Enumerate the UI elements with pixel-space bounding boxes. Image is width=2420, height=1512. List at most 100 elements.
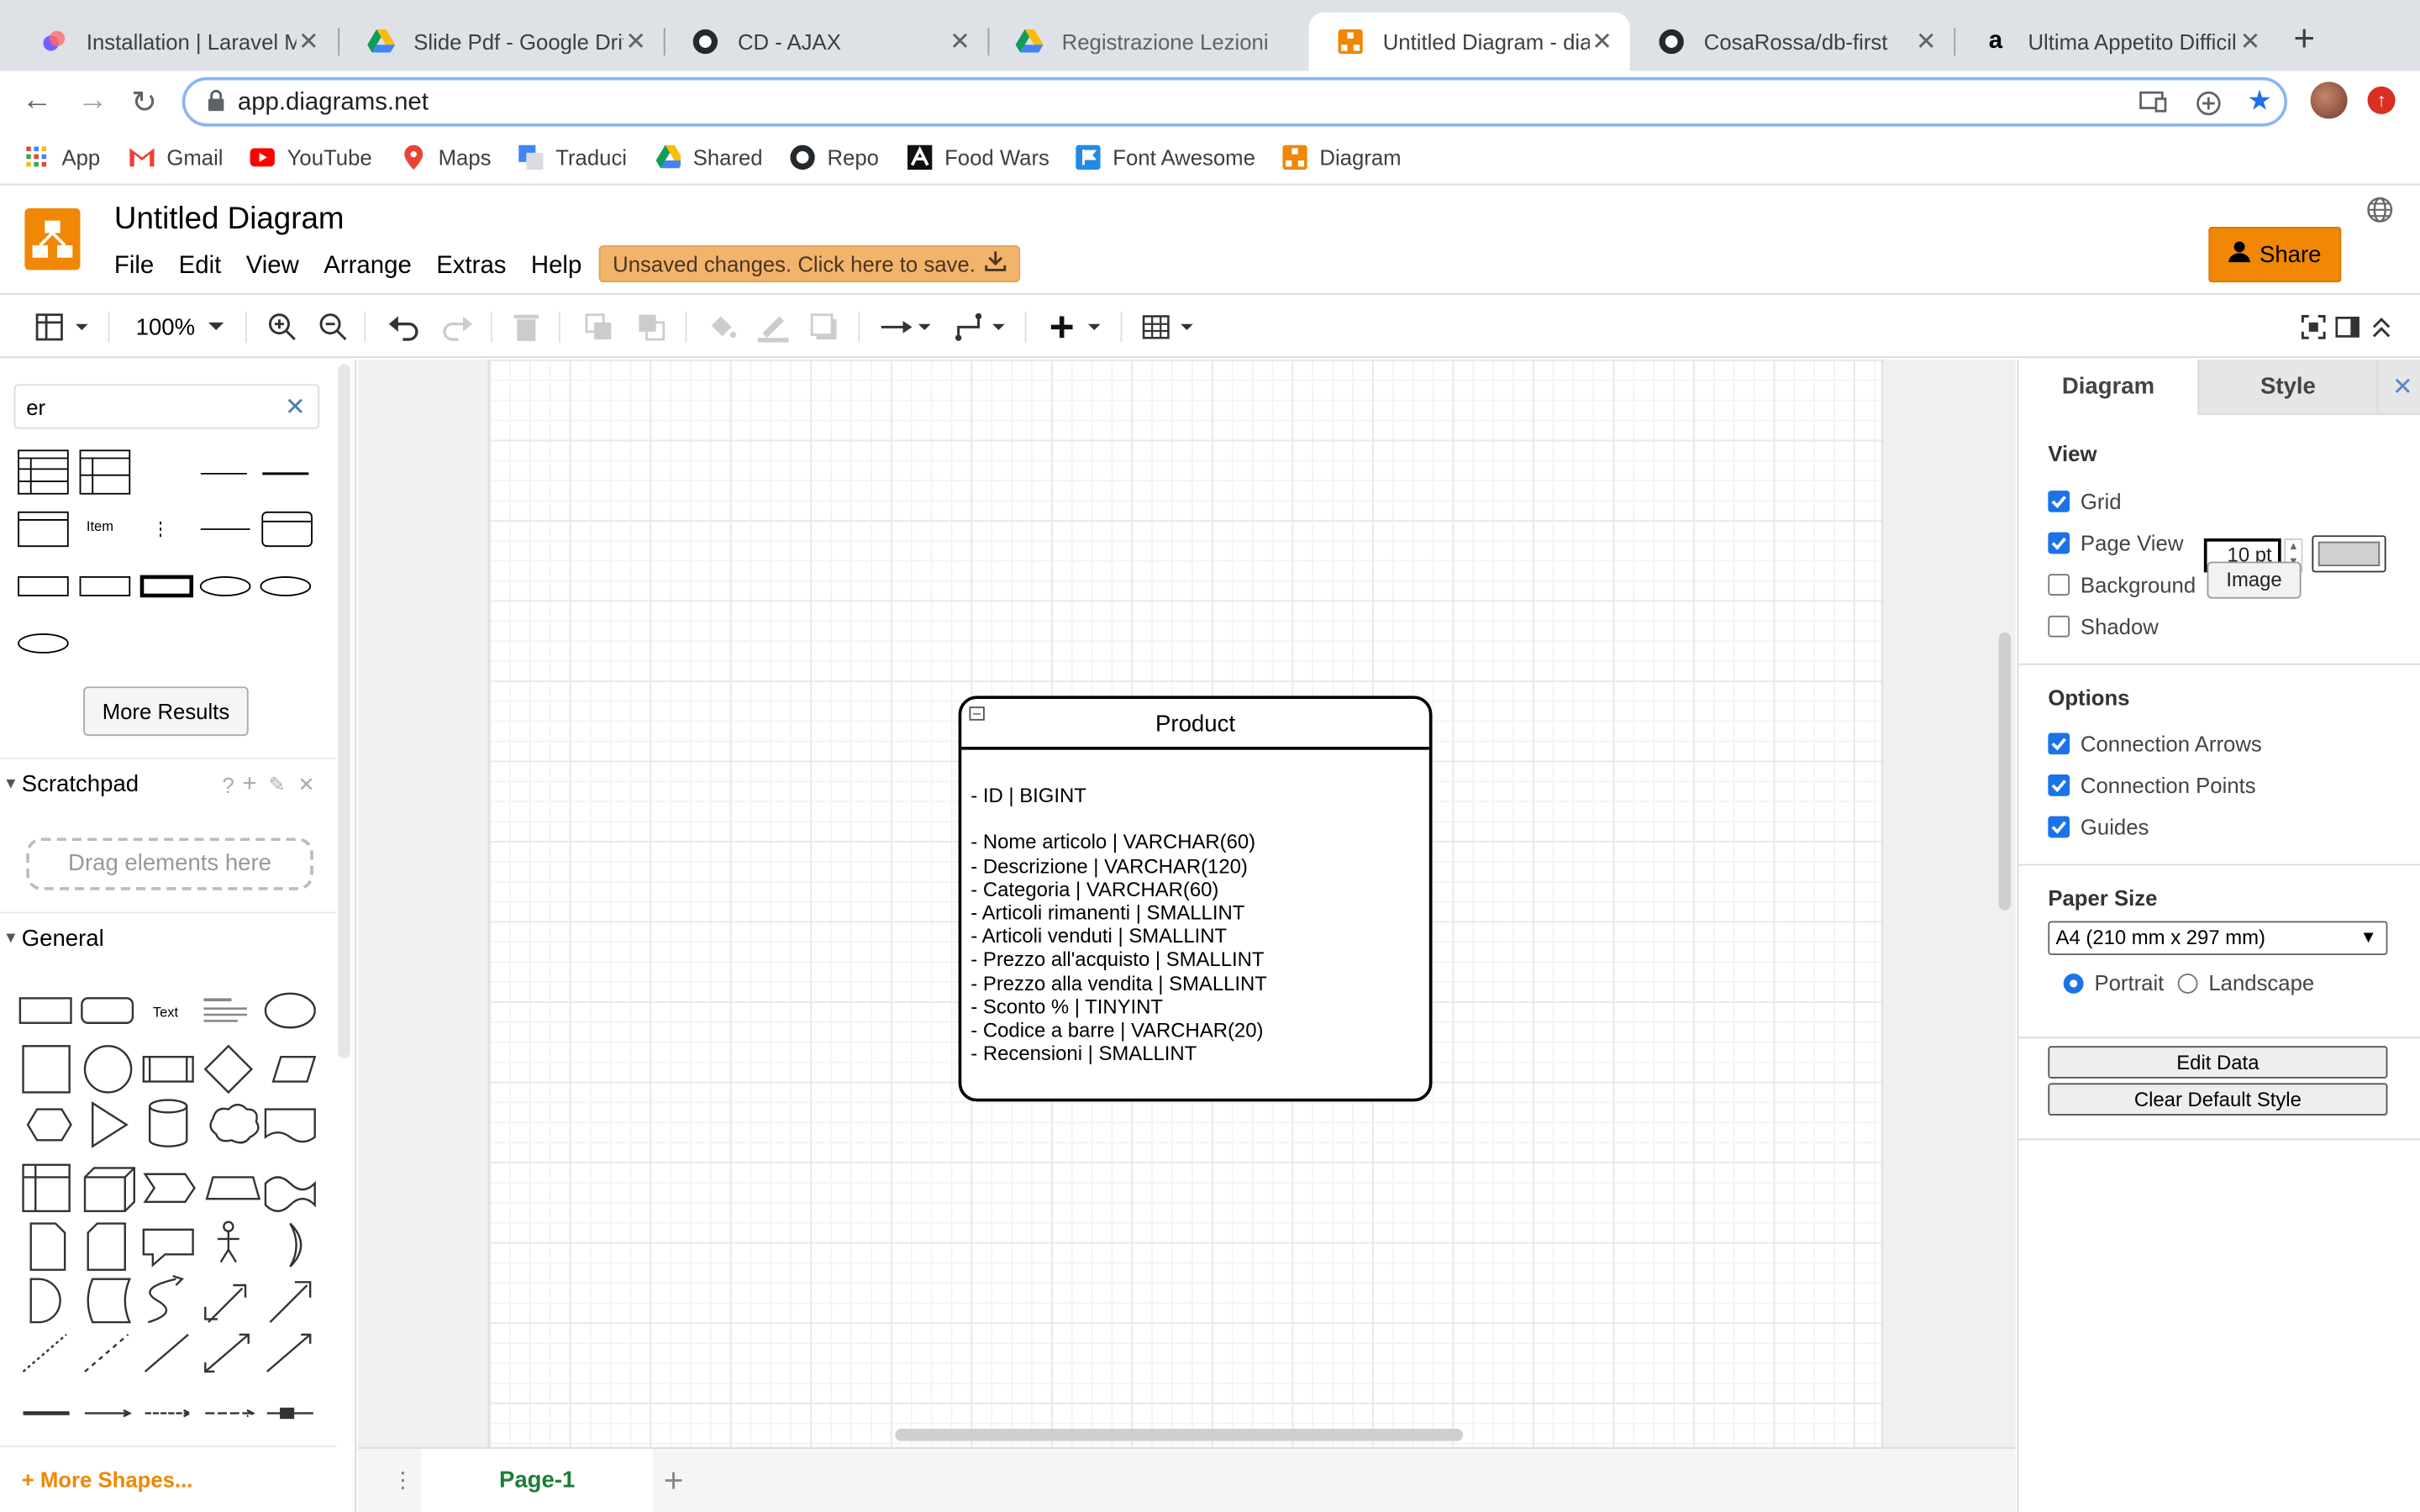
panel-toggle-icon[interactable] bbox=[2335, 312, 2360, 343]
to-front-icon[interactable] bbox=[583, 312, 614, 343]
insert-plus-icon[interactable] bbox=[1046, 312, 1105, 343]
zoom-out-icon[interactable] bbox=[318, 312, 349, 343]
connection-points-checkbox[interactable]: Connection Points bbox=[2048, 773, 2256, 798]
background-checkbox[interactable]: Background bbox=[2048, 572, 2196, 597]
help-icon[interactable]: ? bbox=[222, 772, 234, 796]
menu-file[interactable]: File bbox=[114, 253, 154, 281]
connection-arrows-checkbox[interactable]: Connection Arrows bbox=[2048, 732, 2262, 756]
unsaved-changes-button[interactable]: Unsaved changes. Click here to save. bbox=[598, 245, 1021, 283]
bookmark-maps[interactable]: Maps bbox=[402, 144, 492, 171]
scratchpad-header[interactable]: ▼ Scratchpad ? + ✎ ✕ bbox=[0, 757, 337, 810]
browser-tab[interactable]: Registrazione Lezioni bbox=[988, 13, 1309, 71]
forward-icon[interactable]: → bbox=[77, 83, 108, 118]
update-icon[interactable]: ↑ bbox=[2367, 86, 2396, 114]
bookmark-star-icon[interactable]: ★ bbox=[2247, 85, 2272, 118]
avatar[interactable] bbox=[2310, 81, 2348, 119]
format-panel-toggle[interactable] bbox=[34, 312, 89, 343]
shape-search-input[interactable]: er ✕ bbox=[13, 384, 320, 429]
tab-diagram[interactable]: Diagram bbox=[2018, 359, 2198, 416]
redo-icon[interactable] bbox=[439, 312, 473, 343]
close-icon[interactable]: ✕ bbox=[1914, 26, 1939, 57]
add-page-icon[interactable]: + bbox=[664, 1461, 684, 1501]
clear-default-style-button[interactable]: Clear Default Style bbox=[2048, 1083, 2388, 1116]
fill-color-icon[interactable] bbox=[707, 312, 738, 343]
collapse-icon[interactable]: – bbox=[969, 706, 985, 721]
browser-tab-active[interactable]: Untitled Diagram - dia ✕ bbox=[1308, 12, 1630, 71]
more-shapes-button[interactable]: + More Shapes... bbox=[0, 1446, 337, 1512]
browser-tab[interactable]: a Ultima Appetito Difficil ✕ bbox=[1954, 13, 2278, 71]
address-bar[interactable]: app.diagrams.net ★ bbox=[182, 76, 2288, 127]
page-view-checkbox[interactable]: Page View bbox=[2048, 531, 2183, 555]
delete-icon[interactable] bbox=[513, 312, 540, 343]
zoom-in-icon[interactable] bbox=[267, 312, 298, 343]
general-shape-palette[interactable]: Text bbox=[15, 977, 324, 1440]
waypoints-icon[interactable] bbox=[954, 312, 1009, 343]
close-icon[interactable]: ✕ bbox=[948, 26, 972, 57]
entity-attributes[interactable]: - ID | BIGINT - Nome articolo | VARCHAR(… bbox=[971, 784, 1267, 1065]
bookmark-repo[interactable]: Repo bbox=[790, 144, 879, 171]
browser-tab[interactable]: Installation | Laravel M ✕ bbox=[13, 13, 337, 71]
grid-color-swatch[interactable] bbox=[2312, 535, 2386, 573]
new-tab-button[interactable]: + bbox=[2293, 21, 2315, 59]
landscape-radio[interactable]: Landscape bbox=[2177, 970, 2314, 995]
bookmark-food-wars[interactable]: Food Wars bbox=[908, 144, 1050, 171]
bookmark-traduci[interactable]: Traduci bbox=[518, 144, 627, 171]
menu-arrange[interactable]: Arrange bbox=[324, 253, 412, 281]
scratchpad-drop-zone[interactable]: Drag elements here bbox=[26, 837, 313, 890]
vertical-scrollbar[interactable] bbox=[1998, 633, 2012, 911]
horizontal-scrollbar[interactable] bbox=[895, 1428, 1464, 1441]
menu-help[interactable]: Help bbox=[531, 253, 581, 281]
close-icon[interactable]: ✕ bbox=[297, 26, 321, 57]
line-color-icon[interactable] bbox=[756, 312, 790, 343]
share-button[interactable]: Share bbox=[2208, 227, 2342, 283]
tab-style[interactable]: Style bbox=[2197, 359, 2377, 416]
back-icon[interactable]: ← bbox=[22, 83, 53, 118]
menu-view[interactable]: View bbox=[246, 253, 299, 281]
bookmark-gmail[interactable]: Gmail bbox=[129, 145, 224, 170]
document-title[interactable]: Untitled Diagram bbox=[114, 202, 345, 238]
close-icon[interactable]: ✕ bbox=[297, 772, 314, 796]
zoom-select[interactable]: 100% bbox=[136, 312, 233, 343]
entity-title[interactable]: Product bbox=[961, 699, 1429, 750]
close-icon[interactable]: ✕ bbox=[2392, 372, 2413, 403]
globe-icon[interactable] bbox=[2366, 196, 2394, 231]
edit-data-button[interactable]: Edit Data bbox=[2048, 1046, 2388, 1079]
clear-search-icon[interactable]: ✕ bbox=[285, 392, 306, 423]
cast-icon[interactable] bbox=[2139, 90, 2167, 123]
table-icon[interactable] bbox=[1142, 312, 1197, 343]
connection-style-icon[interactable] bbox=[880, 312, 935, 343]
more-results-button[interactable]: More Results bbox=[83, 686, 249, 737]
bookmark-youtube[interactable]: YouTube bbox=[250, 145, 372, 170]
background-image-button[interactable]: Image bbox=[2207, 561, 2302, 599]
menu-edit[interactable]: Edit bbox=[179, 253, 222, 281]
bookmark-shared[interactable]: Shared bbox=[655, 144, 763, 170]
close-icon[interactable]: ✕ bbox=[2238, 26, 2262, 57]
er-shape-results[interactable]: Item bbox=[13, 444, 321, 668]
menu-extras[interactable]: Extras bbox=[436, 253, 506, 281]
collapse-icon[interactable] bbox=[2369, 312, 2393, 343]
add-icon[interactable]: + bbox=[242, 770, 256, 798]
grid-checkbox[interactable]: Grid bbox=[2048, 489, 2122, 514]
shadow-checkbox[interactable]: Shadow bbox=[2048, 614, 2159, 638]
browser-tab[interactable]: Slide Pdf - Google Driv ✕ bbox=[339, 13, 664, 71]
undo-icon[interactable] bbox=[387, 312, 421, 343]
fullscreen-icon[interactable] bbox=[2300, 312, 2328, 343]
paper-size-select[interactable]: A4 (210 mm x 297 mm) ▼ bbox=[2048, 921, 2388, 955]
edit-icon[interactable]: ✎ bbox=[269, 772, 286, 796]
drawio-logo[interactable] bbox=[24, 207, 81, 270]
browser-tab[interactable]: CosaRossa/db-first ✕ bbox=[1630, 13, 1954, 71]
er-entity-product[interactable]: Product – - ID | BIGINT - Nome articolo … bbox=[958, 696, 1433, 1102]
to-back-icon[interactable] bbox=[636, 312, 667, 343]
bookmark-app[interactable]: App bbox=[24, 145, 100, 170]
close-icon[interactable]: ✕ bbox=[1590, 26, 1614, 57]
pages-menu-icon[interactable]: ⋮ bbox=[392, 1467, 414, 1494]
tab-page-1[interactable]: Page-1 bbox=[421, 1448, 653, 1512]
general-header[interactable]: ▼ General bbox=[0, 911, 337, 964]
close-icon[interactable]: ✕ bbox=[623, 26, 648, 57]
guides-checkbox[interactable]: Guides bbox=[2048, 815, 2149, 839]
bookmark-font-awesome[interactable]: Font Awesome bbox=[1076, 144, 1255, 171]
reload-icon[interactable]: ↻ bbox=[131, 83, 157, 122]
shadow-icon[interactable] bbox=[808, 312, 839, 343]
add-icon[interactable] bbox=[2195, 90, 2223, 125]
bookmark-diagram[interactable]: Diagram bbox=[1282, 144, 1402, 171]
